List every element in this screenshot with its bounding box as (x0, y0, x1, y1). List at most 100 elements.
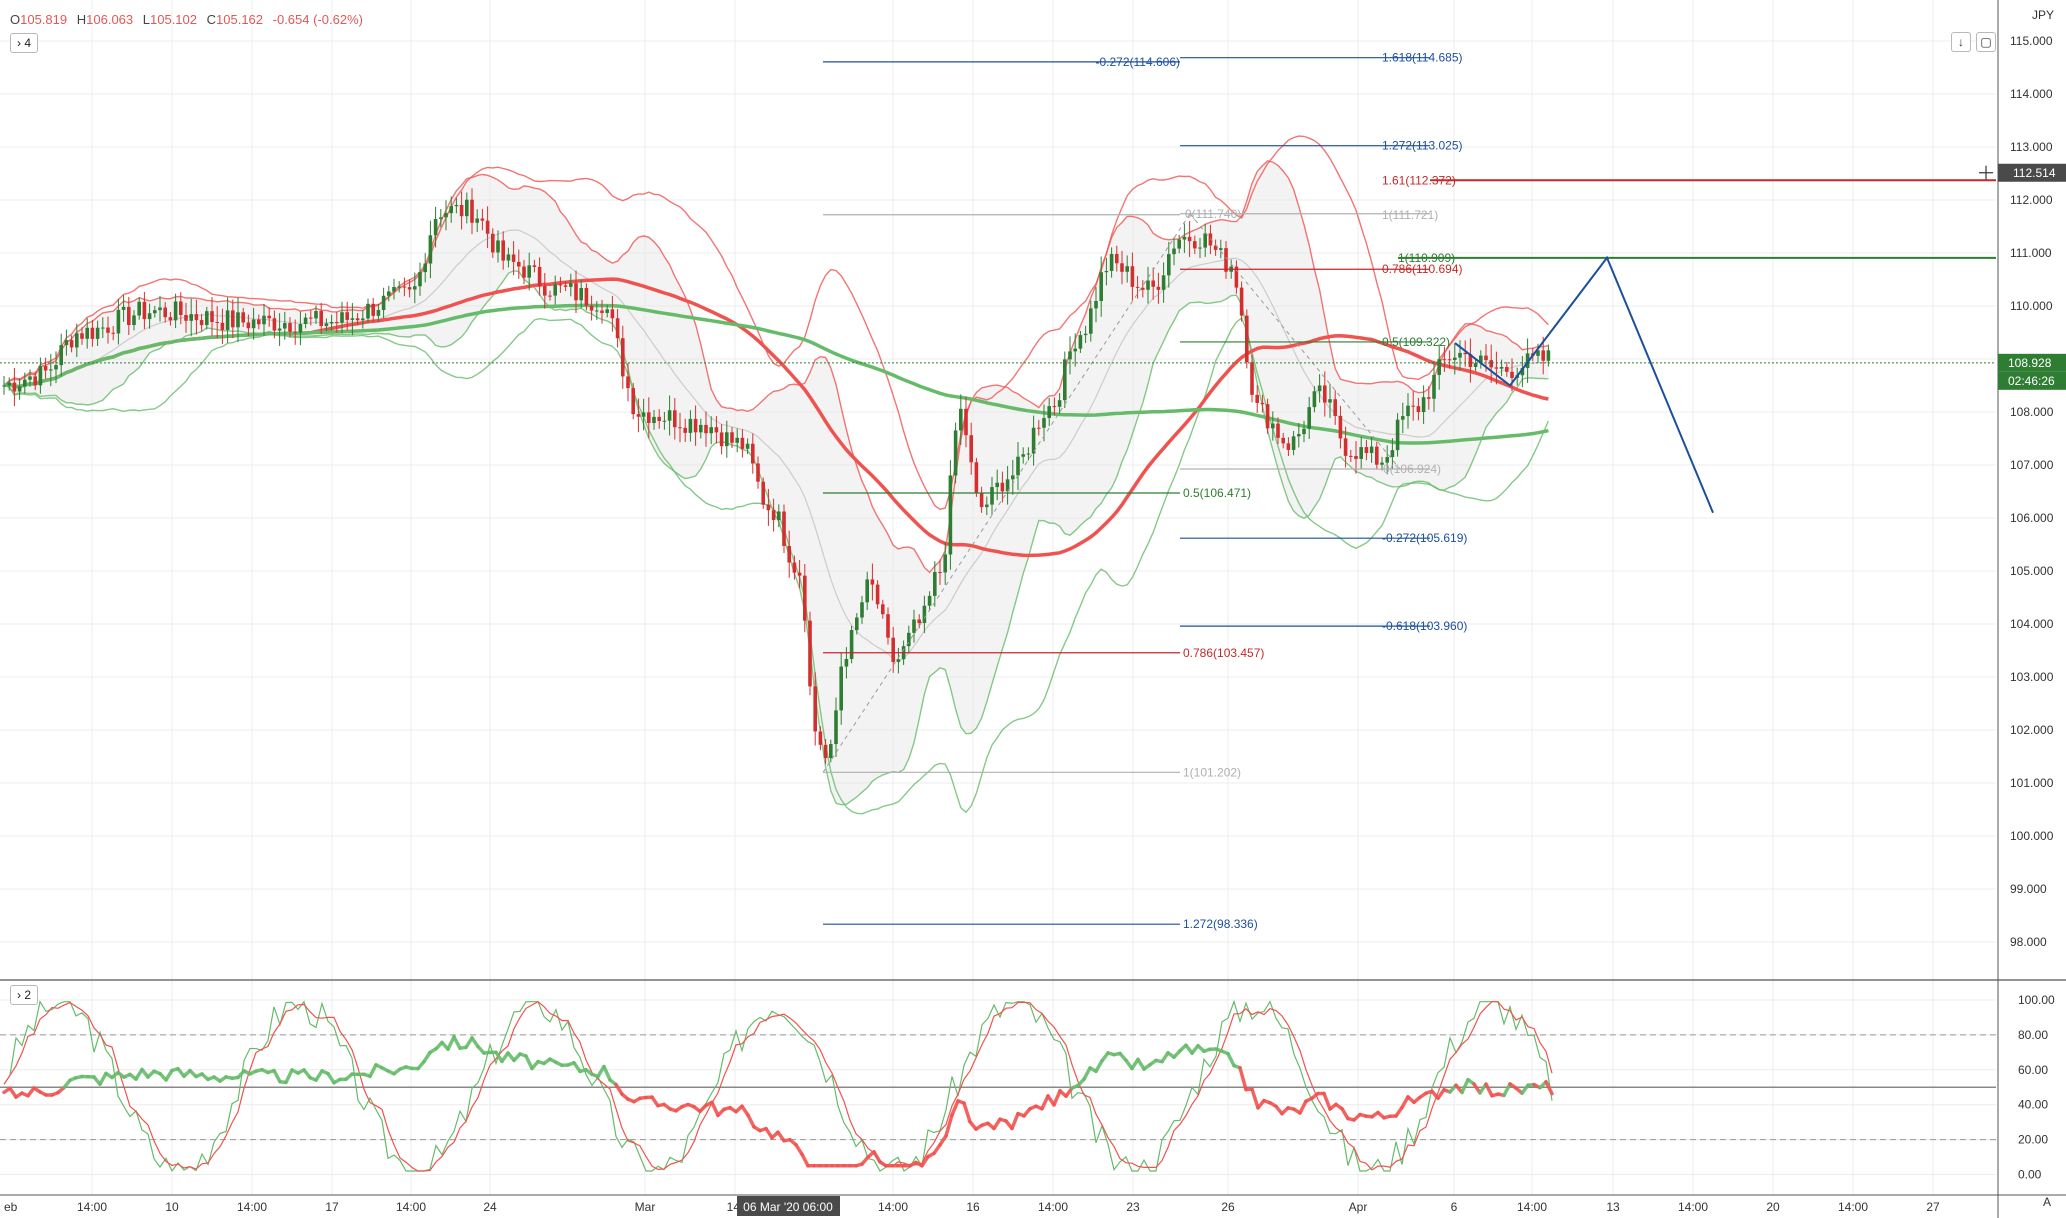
candle-body (548, 295, 552, 297)
price-chart[interactable]: -0.272(114.606) 1.618(114.685) 1.272(113.0… (0, 0, 2066, 1218)
time-tick-label: Mar (635, 1200, 656, 1214)
candle-body (1037, 427, 1041, 429)
candle-body (17, 386, 22, 392)
candle-body (350, 318, 355, 320)
maximize-icon[interactable]: ▢ (1976, 32, 1996, 52)
oscillator-rsi-segment (1400, 1095, 1410, 1110)
candle-body (459, 204, 464, 217)
fib-level-label: 1.61(112.372) (1382, 173, 1456, 187)
candle-body (865, 579, 869, 603)
candle-body (917, 619, 921, 624)
time-tick-label: 27 (1926, 1200, 1940, 1214)
candle-body (267, 315, 271, 319)
candle-body (537, 266, 542, 287)
candle-body (335, 321, 339, 323)
candle-body (1042, 418, 1046, 428)
oscillator-rsi-segment (800, 1152, 810, 1168)
candle-body (1401, 416, 1405, 420)
candle-body (1505, 366, 1509, 372)
time-tick-label: 14:00 (1678, 1200, 1708, 1214)
candle-body (532, 265, 537, 267)
oscillator-tick-label: 60.00 (2018, 1063, 2048, 1077)
candle-body (1193, 241, 1197, 249)
candle-body (413, 286, 417, 290)
candle-body (600, 310, 604, 313)
oscillator-signal-line (3, 1000, 1553, 1172)
fib-level-label: 1(111.721) (1382, 208, 1438, 222)
candle-body (829, 744, 833, 758)
candle-body (1281, 437, 1285, 444)
candle-body (1375, 446, 1379, 465)
candle-body (896, 659, 901, 663)
candle-body (324, 323, 329, 327)
oscillator-rsi-segment (602, 1064, 612, 1082)
candle-body (589, 305, 594, 311)
fib-level-label: 0.5(109.322) (1382, 335, 1450, 349)
candle-body (314, 311, 318, 319)
candle-body (1406, 405, 1410, 417)
fib-level-label: 1(101.202) (1183, 765, 1241, 779)
candle-body (12, 382, 17, 392)
oscillator-rsi-segment (962, 1101, 972, 1124)
candle-body (1182, 236, 1187, 240)
candle-body (1026, 453, 1031, 455)
candle-body (1510, 371, 1514, 378)
oscillator-rsi-segment (1502, 1082, 1512, 1098)
candle-body (1364, 447, 1369, 454)
candle-body (730, 432, 734, 443)
candle-body (1546, 350, 1551, 361)
time-tick-label: 14:00 (1517, 1200, 1547, 1214)
candle-body (1447, 359, 1452, 361)
candle-body (943, 554, 947, 573)
candle-body (605, 309, 609, 313)
candle-body (1219, 248, 1223, 250)
candle-body (277, 328, 282, 331)
candle-body (922, 605, 927, 624)
candle-body (392, 286, 396, 292)
candle-body (1489, 360, 1493, 368)
candle-body (974, 462, 979, 493)
price-tick-label: 106.000 (2010, 511, 2054, 525)
candle-body (1453, 357, 1457, 360)
candle-body (704, 424, 708, 434)
candle-body (111, 332, 115, 334)
candle-body (288, 323, 292, 332)
candle-body (719, 432, 724, 447)
candle-body (725, 432, 729, 447)
candle-body (361, 318, 365, 321)
candle-body (293, 331, 297, 333)
candle-body (1255, 394, 1259, 403)
candle-body (485, 220, 490, 234)
candle-body (1250, 362, 1254, 395)
fib-level-label: 1.272(113.025) (1382, 139, 1463, 153)
candle-body (116, 309, 121, 334)
candle-body (38, 365, 43, 386)
candle-body (927, 595, 932, 606)
candle-body (1541, 350, 1545, 361)
pane2-indicators-toggle[interactable]: › 2 (10, 985, 39, 1005)
candle-body (470, 199, 474, 223)
candle-body (127, 306, 131, 326)
candle-body (803, 575, 807, 621)
candle-body (761, 481, 765, 505)
candle-body (205, 311, 209, 326)
candle-body (319, 311, 323, 327)
arrow-down-icon[interactable]: ↓ (1951, 32, 1971, 52)
candle-body (1265, 404, 1270, 429)
time-tick-label: 14:00 (77, 1200, 107, 1214)
candle-body (844, 658, 849, 667)
candle-body (1146, 280, 1150, 290)
chevron-right-icon: › (17, 988, 21, 1002)
candle-body (886, 614, 890, 638)
candle-body (693, 418, 698, 433)
pane1-indicators-toggle[interactable]: › 4 (10, 33, 39, 53)
oscillator-rsi-segment (1484, 1082, 1494, 1098)
auto-scale-button[interactable]: A (2038, 1193, 2056, 1211)
candle-body (1224, 248, 1228, 272)
candle-body (584, 287, 589, 306)
oscillator-rsi-segment (1238, 1066, 1248, 1092)
candle-body (875, 584, 880, 605)
candle-body (839, 666, 843, 711)
candle-body (439, 217, 443, 219)
candle-body (1286, 443, 1291, 450)
